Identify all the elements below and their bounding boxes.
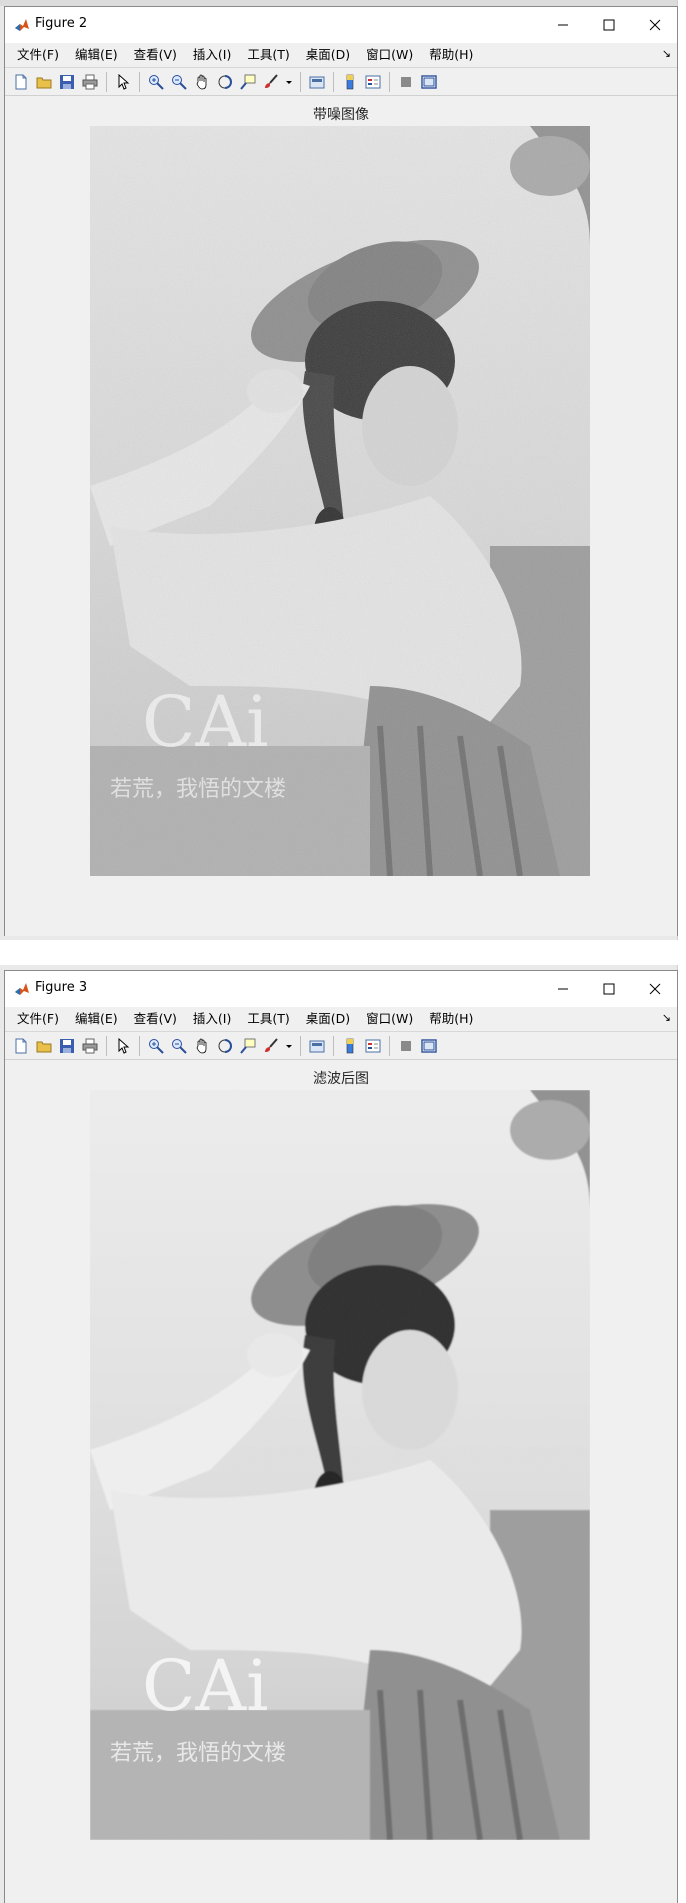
figure-canvas[interactable]: 滤波后图 CAi 若荒，我悟的文楼: [5, 1060, 677, 1903]
menu-file[interactable]: 文件(F): [9, 44, 67, 66]
rotate-3d-icon[interactable]: [214, 1035, 236, 1057]
zoom-in-icon[interactable]: [145, 1035, 167, 1057]
save-icon[interactable]: [56, 1035, 78, 1057]
menu-bar: 文件(F) 编辑(E) 查看(V) 插入(I) 工具(T) 桌面(D) 窗口(W…: [5, 43, 677, 68]
brush-icon[interactable]: [260, 71, 282, 93]
print-icon[interactable]: [79, 71, 101, 93]
close-button[interactable]: [632, 7, 678, 43]
figure-toolbar: [5, 1032, 677, 1060]
figure-window-2[interactable]: Figure 3 文件(F) 编辑(E) 查看(V) 插入(I) 工具(T) 桌…: [4, 970, 678, 1903]
menu-edit[interactable]: 编辑(E): [67, 44, 126, 66]
toolbar-separator: [333, 71, 334, 92]
figure-toolbar: [5, 68, 677, 96]
zoom-out-icon[interactable]: [168, 71, 190, 93]
desktop-gap: [0, 940, 686, 965]
menu-help[interactable]: 帮助(H): [421, 1008, 481, 1030]
menu-edit[interactable]: 编辑(E): [67, 1008, 126, 1030]
colorbar-icon[interactable]: [339, 71, 361, 93]
brush-icon[interactable]: [260, 1035, 282, 1057]
pan-icon[interactable]: [191, 1035, 213, 1057]
menu-view[interactable]: 查看(V): [126, 1008, 185, 1030]
show-plot-tools-icon[interactable]: [418, 71, 440, 93]
open-file-icon[interactable]: [33, 71, 55, 93]
brush-dropdown-icon[interactable]: [283, 71, 295, 93]
toolbar-separator: [333, 1035, 334, 1056]
axes-title: 带噪图像: [313, 107, 369, 123]
menu-file[interactable]: 文件(F): [9, 1008, 67, 1030]
brush-dropdown-icon[interactable]: [283, 1035, 295, 1057]
axes-title: 滤波后图: [313, 1071, 369, 1087]
close-icon: [649, 19, 661, 31]
matlab-logo-icon: [14, 17, 30, 33]
menu-view[interactable]: 查看(V): [126, 44, 185, 66]
pointer-icon[interactable]: [112, 1035, 134, 1057]
maximize-icon: [603, 19, 615, 31]
menu-insert[interactable]: 插入(I): [185, 1008, 239, 1030]
toolbar-separator: [389, 71, 390, 92]
toolbar-separator: [300, 1035, 301, 1056]
filtered-image: CAi 若荒，我悟的文楼: [90, 1090, 590, 1840]
maximize-button[interactable]: [586, 971, 632, 1007]
title-bar[interactable]: Figure 2: [5, 7, 677, 43]
dock-figure-icon[interactable]: ↘: [662, 1011, 671, 1024]
pan-icon[interactable]: [191, 71, 213, 93]
zoom-out-icon[interactable]: [168, 1035, 190, 1057]
maximize-icon: [603, 983, 615, 995]
menu-bar: 文件(F) 编辑(E) 查看(V) 插入(I) 工具(T) 桌面(D) 窗口(W…: [5, 1007, 677, 1032]
data-cursor-icon[interactable]: [237, 71, 259, 93]
watermark-text: 若荒，我悟的文楼: [110, 1741, 286, 1766]
minimize-icon: [558, 24, 568, 26]
maximize-button[interactable]: [586, 7, 632, 43]
minimize-button[interactable]: [540, 7, 586, 43]
close-icon: [649, 983, 661, 995]
new-figure-icon[interactable]: [10, 71, 32, 93]
toolbar-separator: [389, 1035, 390, 1056]
hide-plot-tools-icon[interactable]: [395, 1035, 417, 1057]
menu-insert[interactable]: 插入(I): [185, 44, 239, 66]
legend-icon[interactable]: [362, 71, 384, 93]
menu-window[interactable]: 窗口(W): [358, 1008, 421, 1030]
show-plot-tools-icon[interactable]: [418, 1035, 440, 1057]
hide-plot-tools-icon[interactable]: [395, 71, 417, 93]
noisy-image: CAi 若荒，我悟的文楼: [90, 126, 590, 876]
menu-desktop[interactable]: 桌面(D): [298, 44, 358, 66]
pointer-icon[interactable]: [112, 71, 134, 93]
menu-tools[interactable]: 工具(T): [239, 44, 297, 66]
print-icon[interactable]: [79, 1035, 101, 1057]
menu-desktop[interactable]: 桌面(D): [298, 1008, 358, 1030]
colorbar-icon[interactable]: [339, 1035, 361, 1057]
open-file-icon[interactable]: [33, 1035, 55, 1057]
close-button[interactable]: [632, 971, 678, 1007]
data-cursor-icon[interactable]: [237, 1035, 259, 1057]
toolbar-separator: [300, 71, 301, 92]
legend-icon[interactable]: [362, 1035, 384, 1057]
figure-window-1[interactable]: Figure 2 文件(F) 编辑(E) 查看(V) 插入(I) 工具(T) 桌…: [4, 6, 678, 936]
new-figure-icon[interactable]: [10, 1035, 32, 1057]
dock-figure-icon[interactable]: ↘: [662, 47, 671, 60]
matlab-logo-icon: [14, 981, 30, 997]
toolbar-separator: [139, 71, 140, 92]
toolbar-separator: [106, 1035, 107, 1056]
figure-canvas[interactable]: 带噪图像 CAi 若荒，我悟的文楼: [5, 96, 677, 936]
watermark-logo: CAi: [142, 1645, 269, 1727]
save-icon[interactable]: [56, 71, 78, 93]
toolbar-separator: [106, 71, 107, 92]
window-title: Figure 3: [35, 980, 88, 995]
menu-tools[interactable]: 工具(T): [239, 1008, 297, 1030]
toolbar-separator: [139, 1035, 140, 1056]
window-title: Figure 2: [35, 16, 88, 31]
rotate-3d-icon[interactable]: [214, 71, 236, 93]
menu-window[interactable]: 窗口(W): [358, 44, 421, 66]
title-bar[interactable]: Figure 3: [5, 971, 677, 1007]
zoom-in-icon[interactable]: [145, 71, 167, 93]
minimize-icon: [558, 988, 568, 990]
link-plot-icon[interactable]: [306, 71, 328, 93]
menu-help[interactable]: 帮助(H): [421, 44, 481, 66]
link-plot-icon[interactable]: [306, 1035, 328, 1057]
minimize-button[interactable]: [540, 971, 586, 1007]
